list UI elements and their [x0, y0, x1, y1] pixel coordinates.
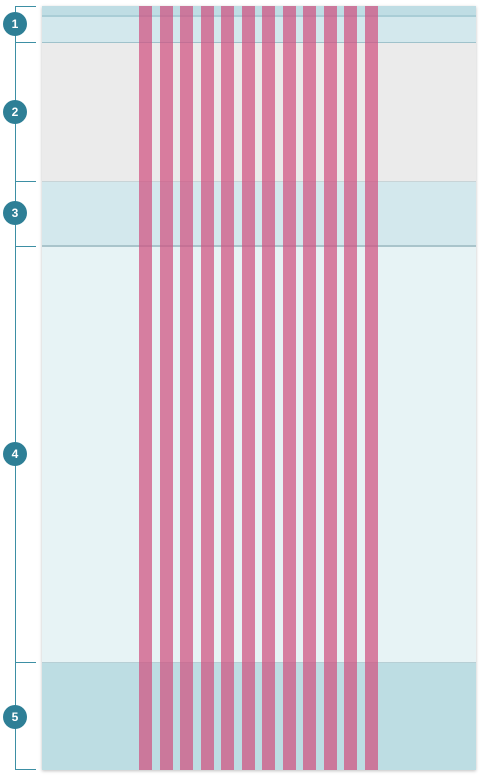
region-marker-1: 1 — [3, 12, 27, 36]
grid-column — [344, 6, 357, 770]
grid-column — [200, 6, 214, 770]
grid-column — [303, 6, 316, 770]
grid-column — [262, 6, 275, 770]
bracket-tick — [15, 662, 36, 663]
region-marker-4: 4 — [3, 442, 27, 466]
grid-column — [282, 6, 296, 770]
region-marker-3: 3 — [3, 201, 27, 225]
grid-column — [139, 6, 152, 770]
bracket-tick — [15, 42, 36, 43]
region-marker-2: 2 — [3, 100, 27, 124]
screen-frame — [42, 6, 476, 770]
grid-column — [180, 6, 193, 770]
grid-column — [221, 6, 234, 770]
grid-column — [323, 6, 337, 770]
region-marker-5: 5 — [3, 705, 27, 729]
grid-column — [364, 6, 378, 770]
grid-column — [241, 6, 255, 770]
bracket-tick — [15, 181, 36, 182]
layout-diagram: 1 2 3 4 5 — [0, 0, 481, 777]
grid-columns-overlay — [42, 6, 476, 770]
bracket-tick — [15, 6, 36, 7]
grid-column — [159, 6, 173, 770]
bracket-tick — [15, 769, 36, 770]
bracket-tick — [15, 246, 36, 247]
